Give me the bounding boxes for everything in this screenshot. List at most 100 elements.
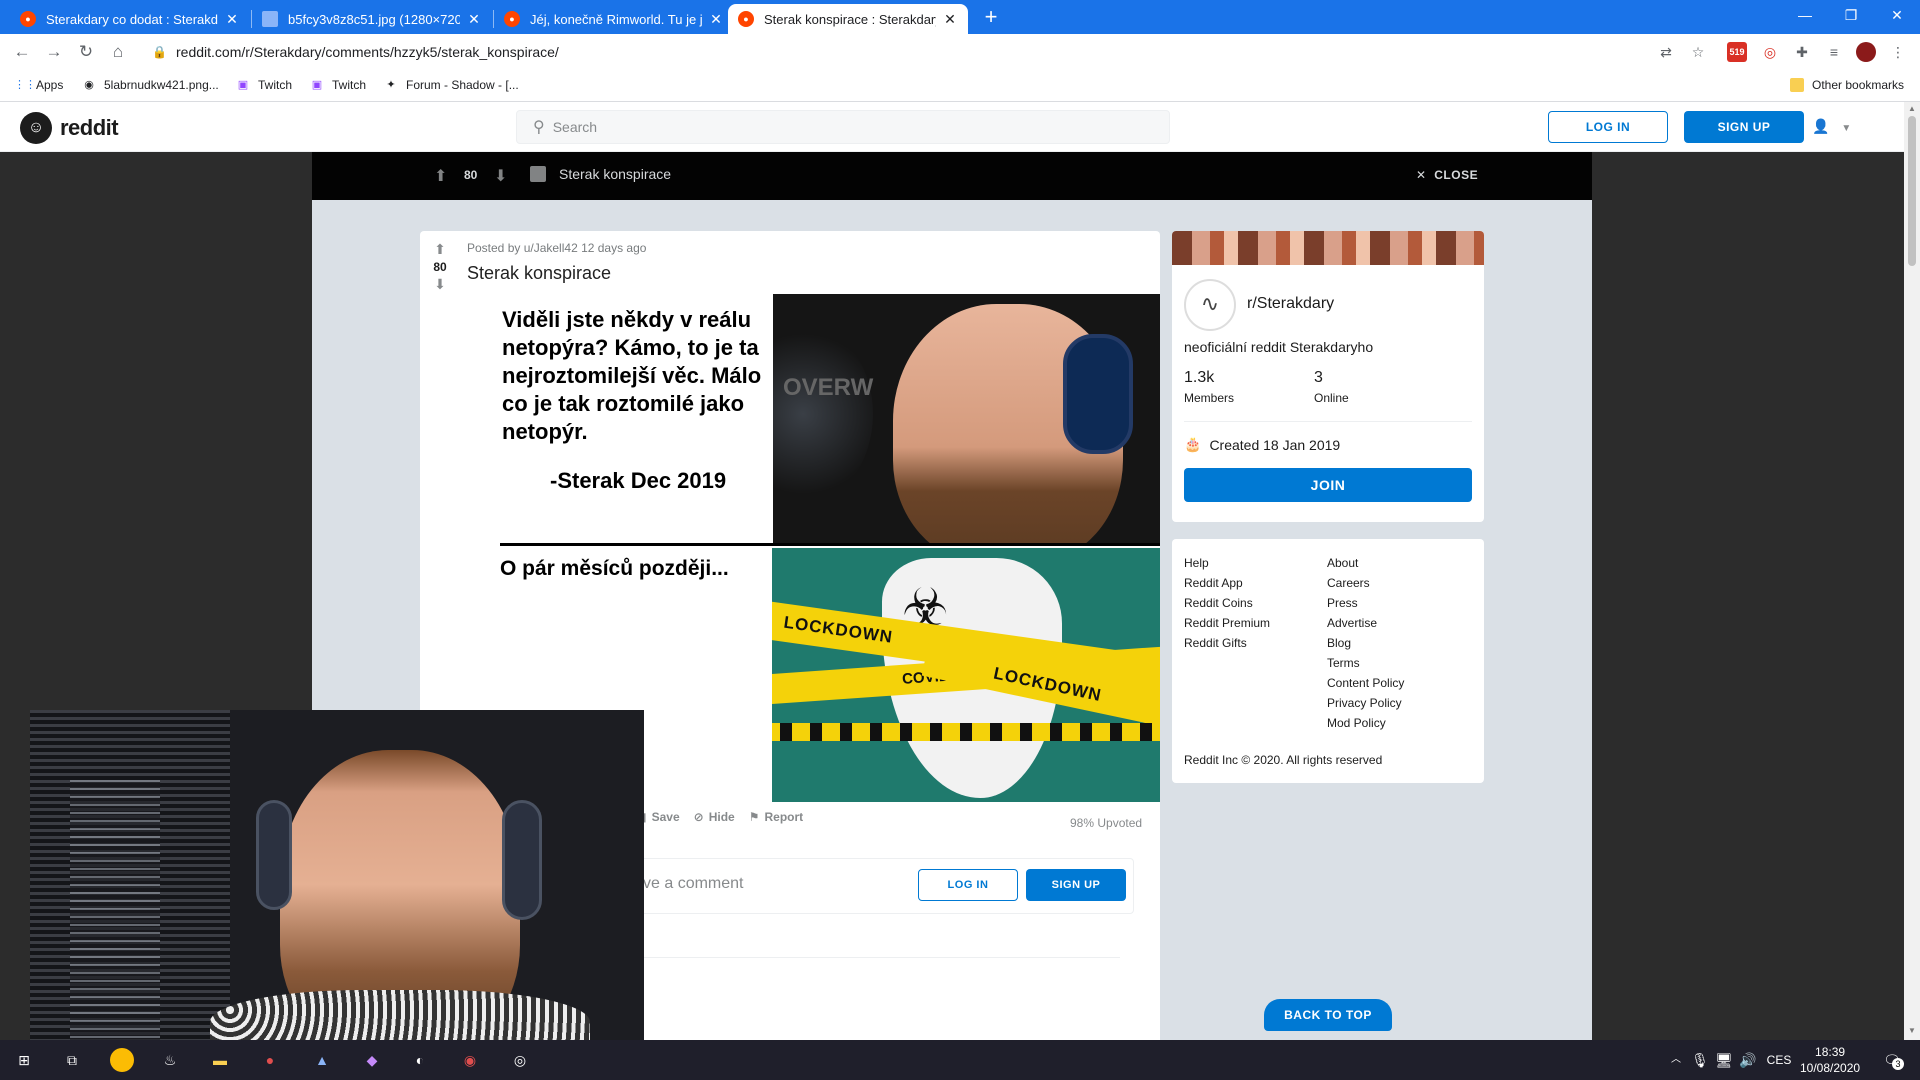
upvote-icon[interactable]: ⬆ bbox=[420, 241, 460, 258]
report-button[interactable]: ⚑ Report bbox=[749, 810, 803, 824]
microphone-icon[interactable]: 🎙 bbox=[1688, 1048, 1712, 1072]
save-button[interactable]: ▮Save bbox=[640, 810, 680, 824]
footer-link[interactable]: Careers bbox=[1327, 573, 1404, 593]
close-button[interactable]: ✕ CLOSE bbox=[1416, 168, 1478, 182]
new-tab-button[interactable]: + bbox=[978, 5, 1004, 31]
steam-icon[interactable]: ♨ bbox=[158, 1048, 182, 1072]
image-icon bbox=[262, 11, 278, 27]
reddit-icon: ● bbox=[738, 11, 754, 27]
twitch-icon: ▣ bbox=[237, 79, 249, 91]
hide-button[interactable]: ⊘ Hide bbox=[694, 810, 735, 824]
comment-signup-button[interactable]: SIGN UP bbox=[1026, 869, 1126, 901]
reload-icon[interactable]: ↻ bbox=[74, 40, 98, 64]
app-icon[interactable]: ◉ bbox=[458, 1048, 482, 1072]
browser-tab-active[interactable]: ● Sterak konspirace : Sterakdary ✕ bbox=[728, 4, 968, 34]
home-icon[interactable]: ⌂ bbox=[106, 40, 130, 64]
bookmark-apps[interactable]: ⋮⋮ Apps bbox=[14, 78, 63, 92]
footer-link[interactable]: Reddit App bbox=[1184, 573, 1270, 593]
browser-tab[interactable]: ● Sterakdary co dodat : Sterakdary ✕ bbox=[10, 4, 250, 34]
app-icon[interactable]: ◐ bbox=[408, 1048, 432, 1072]
search-input[interactable]: ⚲ Search bbox=[516, 110, 1170, 144]
footer-link[interactable]: Reddit Coins bbox=[1184, 593, 1270, 613]
downvote-icon[interactable]: ⬇ bbox=[494, 166, 507, 186]
footer-link[interactable]: Privacy Policy bbox=[1327, 693, 1404, 713]
footer-link[interactable]: Press bbox=[1327, 593, 1404, 613]
downvote-icon[interactable]: ⬇ bbox=[420, 276, 460, 293]
footer-link[interactable]: Mod Policy bbox=[1327, 713, 1404, 733]
close-icon[interactable]: ✕ bbox=[224, 11, 240, 28]
close-icon[interactable]: ✕ bbox=[942, 11, 958, 28]
footer-link[interactable]: Terms bbox=[1327, 653, 1404, 673]
comment-placeholder[interactable]: ve a comment bbox=[643, 875, 743, 893]
footer-col-2: About Careers Press Advertise Blog Terms… bbox=[1327, 553, 1404, 733]
signup-button[interactable]: SIGN UP bbox=[1684, 111, 1804, 143]
app-icon[interactable]: ◆ bbox=[360, 1048, 384, 1072]
scroll-thumb[interactable] bbox=[1908, 116, 1916, 266]
gmail-extension-icon[interactable]: 519 bbox=[1727, 42, 1747, 62]
address-bar[interactable]: 🔒 reddit.com/r/Sterakdary/comments/hzzyk… bbox=[140, 38, 1670, 66]
upvote-icon[interactable]: ⬆ bbox=[434, 166, 447, 186]
window-close-icon[interactable]: ✕ bbox=[1874, 0, 1920, 30]
streamer-photo: OVERW bbox=[773, 294, 1160, 545]
clock-date: 10/08/2020 bbox=[1800, 1061, 1861, 1075]
restore-icon[interactable]: ❐ bbox=[1828, 0, 1874, 30]
bookmark-item[interactable]: ▣ Twitch bbox=[310, 78, 366, 92]
back-to-top-button[interactable]: BACK TO TOP bbox=[1264, 999, 1392, 1031]
bookmark-item[interactable]: ✦ Forum - Shadow - [... bbox=[384, 78, 518, 92]
footer-link[interactable]: Reddit Gifts bbox=[1184, 633, 1270, 653]
reddit-logo[interactable]: ☺ reddit bbox=[20, 112, 119, 144]
footer-link[interactable]: About bbox=[1327, 553, 1404, 573]
divider bbox=[1184, 421, 1472, 422]
bookmark-item[interactable]: ▣ Twitch bbox=[236, 78, 292, 92]
copyright: Reddit Inc © 2020. All rights reserved bbox=[1184, 753, 1383, 767]
browser-tab[interactable]: b5fcy3v8z8c51.jpg (1280×720) ✕ bbox=[252, 4, 492, 34]
extension-icon[interactable]: ◎ bbox=[1760, 42, 1780, 62]
tray-chevron-icon[interactable]: ︿ bbox=[1664, 1048, 1688, 1072]
created-date: 🎂 Created 18 Jan 2019 bbox=[1184, 436, 1340, 453]
puzzle-extensions-icon[interactable]: ✚ bbox=[1792, 42, 1812, 62]
footer-link[interactable]: Blog bbox=[1327, 633, 1404, 653]
minimize-icon[interactable]: — bbox=[1782, 0, 1828, 30]
app-icon[interactable]: ▲ bbox=[310, 1048, 334, 1072]
file-explorer-icon[interactable]: ▬ bbox=[208, 1048, 232, 1072]
scroll-up-icon[interactable]: ▲ bbox=[1904, 104, 1920, 113]
task-view-icon[interactable]: ⧉ bbox=[60, 1048, 84, 1072]
footer-link[interactable]: Help bbox=[1184, 553, 1270, 573]
volume-icon[interactable]: 🔊 bbox=[1736, 1048, 1760, 1072]
join-button[interactable]: JOIN bbox=[1184, 468, 1472, 502]
page-scrollbar[interactable]: ▲ ▼ bbox=[1904, 102, 1920, 1040]
overlay-backdrop-right[interactable] bbox=[1592, 152, 1904, 1040]
menu-kebab-icon[interactable]: ⋮ bbox=[1888, 42, 1908, 62]
comment-login-button[interactable]: LOG IN bbox=[918, 869, 1018, 901]
windows-start-icon[interactable]: ⊞ bbox=[12, 1048, 36, 1072]
community-avatar[interactable]: ∿ bbox=[1184, 279, 1236, 331]
bookmark-item[interactable]: ◉ 5labrnudkw421.png... bbox=[82, 78, 219, 92]
login-button[interactable]: LOG IN bbox=[1548, 111, 1668, 143]
system-clock[interactable]: 18:39 10/08/2020 bbox=[1800, 1044, 1860, 1076]
community-name[interactable]: r/Sterakdary bbox=[1247, 295, 1334, 313]
app-icon[interactable]: ◎ bbox=[508, 1048, 532, 1072]
windows-taskbar: ⊞ ⧉ ♨ ▬ ● ▲ ◆ ◐ ◉ ◎ ︿ 🎙 🖥 🔊 CES 18:39 10… bbox=[0, 1040, 1920, 1080]
language-indicator[interactable]: CES bbox=[1764, 1048, 1794, 1072]
footer-link[interactable]: Reddit Premium bbox=[1184, 613, 1270, 633]
close-icon[interactable]: ✕ bbox=[708, 11, 724, 28]
profile-avatar[interactable] bbox=[1856, 42, 1876, 62]
browser-tab[interactable]: ● Jéj, konečně Rimworld. Tu je jede ✕ bbox=[494, 4, 734, 34]
chrome-icon[interactable] bbox=[110, 1048, 134, 1072]
media-queue-icon[interactable]: ≡ bbox=[1824, 42, 1844, 62]
user-menu-dropdown[interactable]: 👤 ▼ bbox=[1812, 118, 1851, 135]
translate-icon[interactable]: ⇄ bbox=[1656, 42, 1676, 62]
other-bookmarks[interactable]: Other bookmarks bbox=[1790, 78, 1904, 92]
globe-icon: ◉ bbox=[84, 79, 94, 91]
scroll-down-icon[interactable]: ▼ bbox=[1904, 1026, 1920, 1035]
network-icon[interactable]: 🖥 bbox=[1712, 1048, 1736, 1072]
bookmark-star-icon[interactable]: ☆ bbox=[1688, 42, 1708, 62]
app-icon[interactable]: ● bbox=[258, 1048, 282, 1072]
notification-icon[interactable]: 🗨3 bbox=[1880, 1048, 1904, 1072]
footer-link[interactable]: Advertise bbox=[1327, 613, 1404, 633]
close-icon[interactable]: ✕ bbox=[466, 11, 482, 28]
footer-link[interactable]: Content Policy bbox=[1327, 673, 1404, 693]
online-value: 3 bbox=[1314, 369, 1323, 386]
back-icon[interactable]: ← bbox=[10, 40, 34, 64]
forward-icon[interactable]: → bbox=[42, 40, 66, 64]
